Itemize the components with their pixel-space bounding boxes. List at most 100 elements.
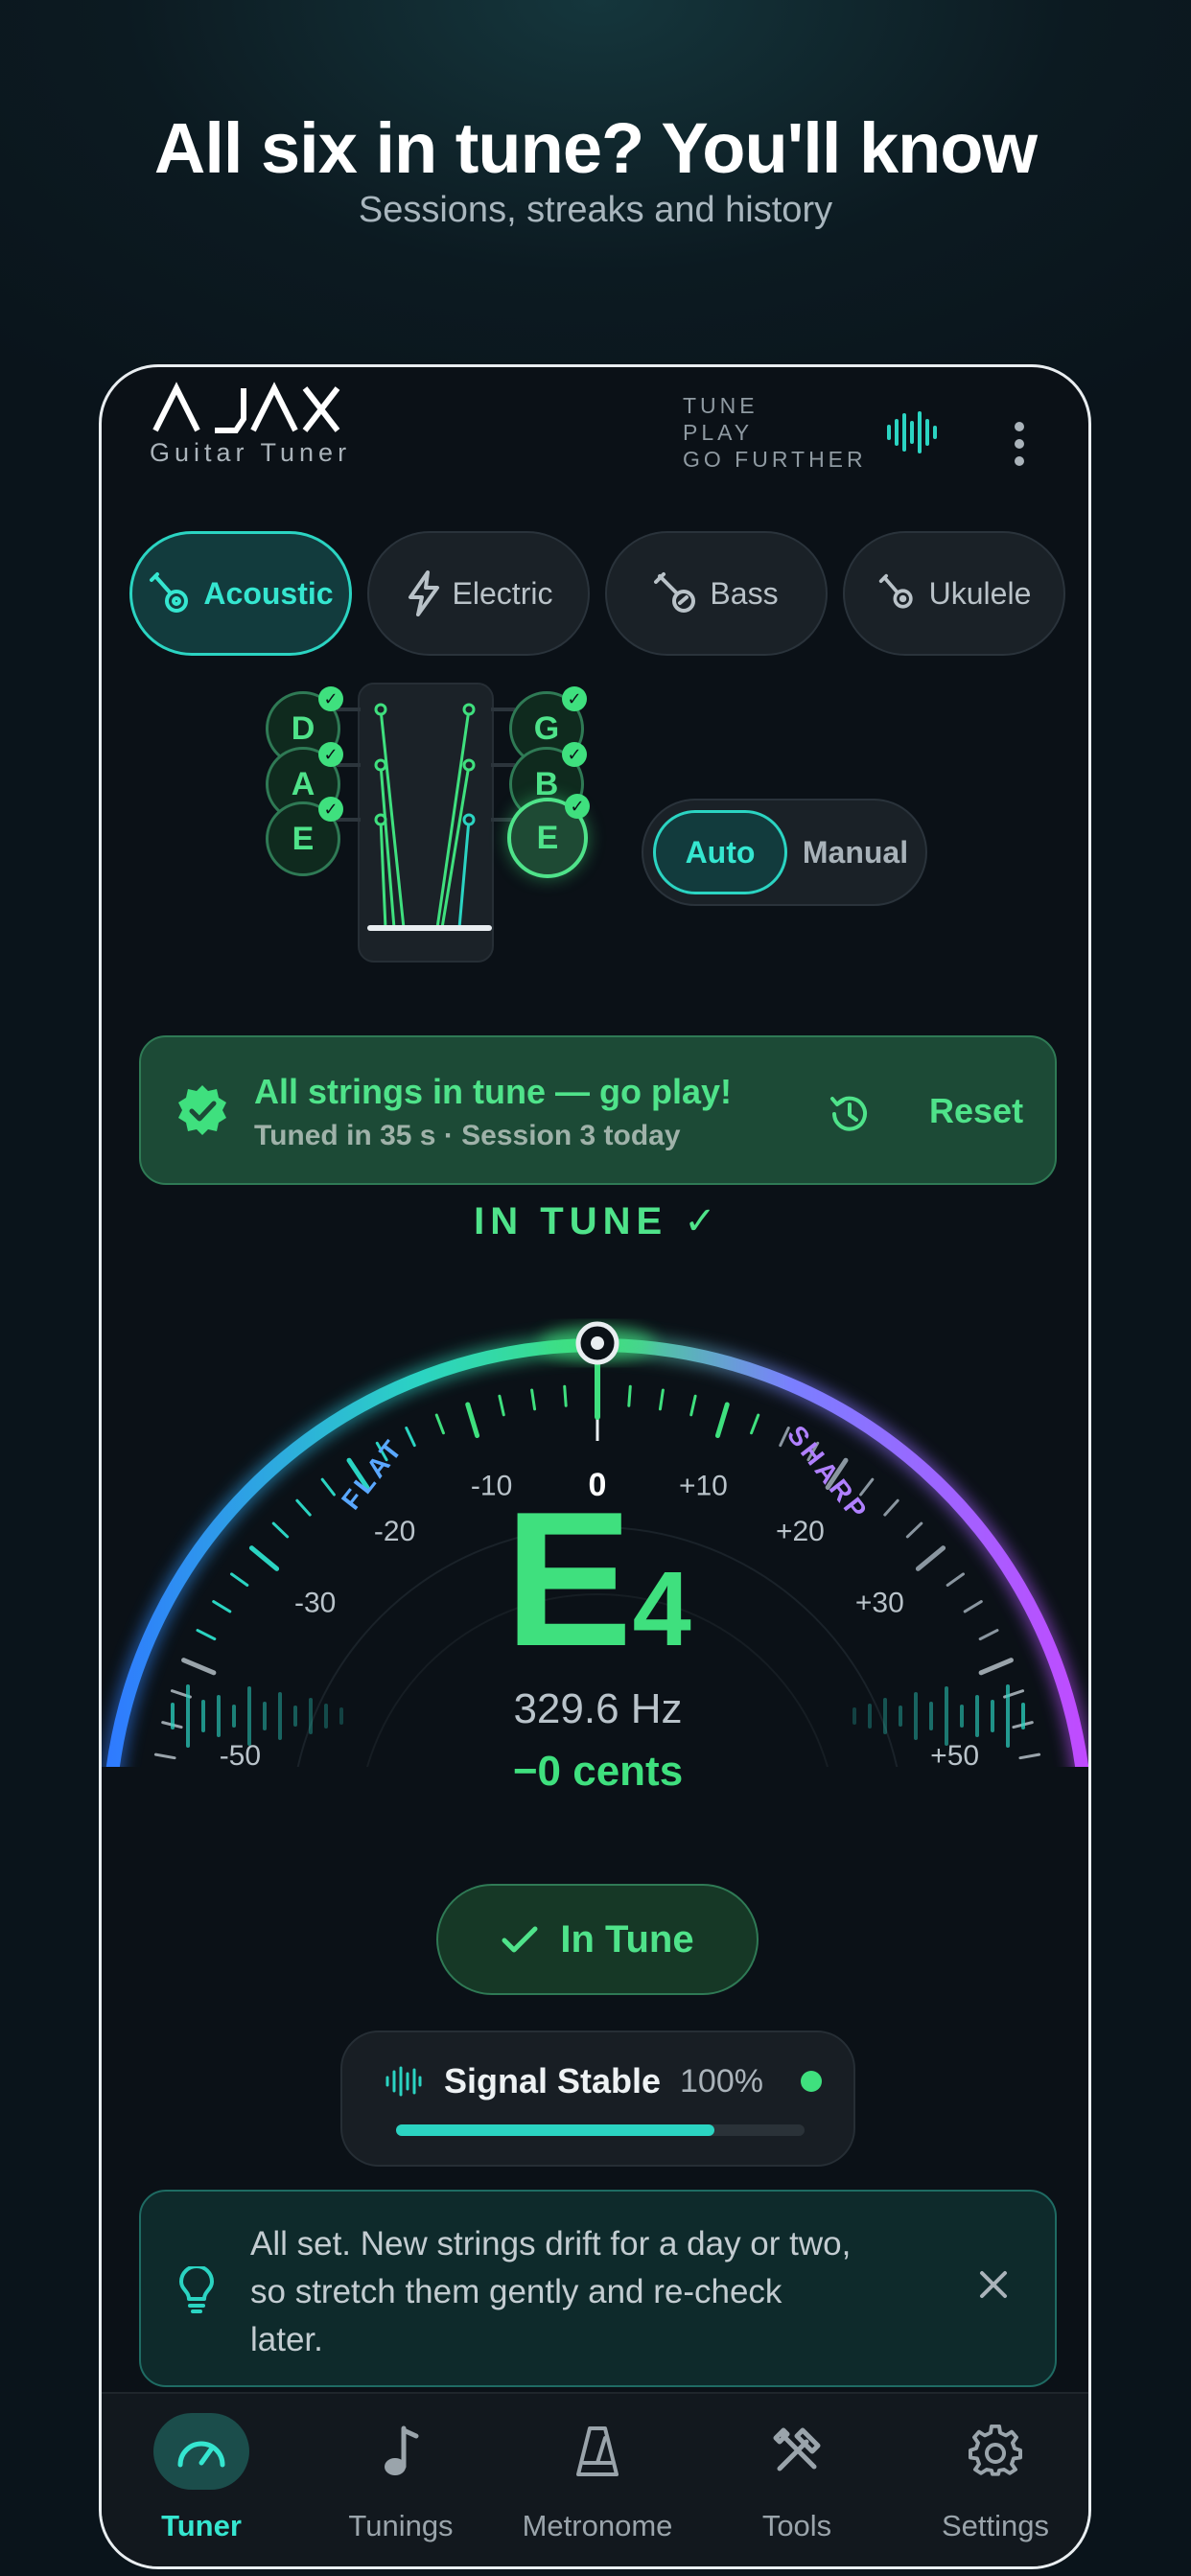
acoustic-guitar-icon bbox=[150, 572, 189, 613]
tagline-line: GO FURTHER bbox=[683, 447, 867, 472]
nav-icon-wrap bbox=[909, 2413, 1082, 2490]
more-vertical-icon bbox=[1015, 422, 1024, 466]
signal-percent: 100% bbox=[680, 2063, 763, 2100]
check-icon: ✓ bbox=[318, 797, 343, 822]
lightning-icon bbox=[408, 570, 439, 616]
signal-status-dot bbox=[801, 2071, 822, 2092]
reset-button[interactable]: Reset bbox=[929, 1091, 1023, 1131]
more-options-button[interactable] bbox=[1010, 421, 1029, 474]
check-icon: ✓ bbox=[562, 686, 587, 711]
string-peg-E-high-selected[interactable]: E ✓ bbox=[507, 794, 590, 878]
gauge-tick bbox=[750, 1413, 760, 1435]
string-label: E bbox=[292, 820, 315, 857]
gauge-tick bbox=[434, 1413, 445, 1435]
check-icon: ✓ bbox=[562, 742, 587, 767]
nav-label: Tunings bbox=[348, 2509, 454, 2542]
nav-label: Tuner bbox=[161, 2509, 242, 2542]
gauge-tick bbox=[689, 1394, 697, 1417]
tagline-line: TUNE bbox=[683, 393, 759, 418]
nav-icon-wrap bbox=[711, 2413, 883, 2490]
history-icon[interactable] bbox=[827, 1091, 873, 1137]
string-label: E bbox=[536, 819, 559, 856]
nav-item-tunings[interactable]: Tunings bbox=[315, 2413, 487, 2543]
gauge-tick bbox=[563, 1384, 568, 1407]
check-icon: ✓ bbox=[565, 794, 590, 819]
metronome-icon bbox=[576, 2426, 619, 2476]
string-label: A bbox=[291, 765, 315, 802]
chip-label: Electric bbox=[452, 575, 553, 611]
nav-item-tuner[interactable]: Tuner bbox=[115, 2413, 288, 2543]
in-tune-button[interactable]: In Tune bbox=[436, 1884, 759, 1995]
verified-badge-icon bbox=[178, 1085, 226, 1135]
signal-meter-fill bbox=[396, 2124, 715, 2136]
tuning-needle bbox=[540, 1321, 655, 1420]
lightbulb-icon bbox=[179, 2266, 214, 2313]
gauge-tick bbox=[714, 1402, 730, 1439]
chip-ukulele[interactable]: Ukulele bbox=[843, 531, 1065, 656]
music-note-icon bbox=[385, 2425, 419, 2475]
nav-label: Metronome bbox=[522, 2509, 673, 2542]
close-icon[interactable] bbox=[977, 2268, 1010, 2301]
check-icon: ✓ bbox=[318, 686, 343, 711]
gauge-tick bbox=[627, 1384, 632, 1407]
gauge-tick bbox=[530, 1388, 537, 1411]
tip-text: All set. New strings drift for a day or … bbox=[250, 2225, 852, 2358]
audio-wave-icon bbox=[385, 2066, 422, 2097]
ukulele-icon bbox=[878, 573, 913, 609]
gauge-tick bbox=[405, 1427, 416, 1448]
chip-electric[interactable]: Electric bbox=[367, 531, 590, 656]
mode-auto-button[interactable]: Auto bbox=[653, 810, 787, 894]
nav-label: Tools bbox=[761, 2509, 832, 2542]
nav-icon-wrap bbox=[511, 2413, 684, 2490]
tagline-line: PLAY bbox=[683, 420, 754, 445]
gauge-tick bbox=[465, 1402, 480, 1439]
check-icon: ✓ bbox=[318, 742, 343, 767]
gauge-tick bbox=[498, 1394, 505, 1417]
cents-readout: −0 cents bbox=[512, 1748, 684, 1795]
logo-subtitle: Guitar Tuner bbox=[150, 438, 352, 467]
tagline: TUNE PLAY GO FURTHER bbox=[683, 392, 867, 473]
tuned-banner: All strings in tune — go play! Tuned in … bbox=[139, 1035, 1057, 1185]
mode-manual-button[interactable]: Manual bbox=[791, 810, 920, 894]
phone-frame: Guitar Tuner TUNE PLAY GO FURTHER Acoust… bbox=[99, 364, 1091, 2569]
detected-note: E4 bbox=[102, 1484, 1088, 1676]
bottom-navigation: Tuner Tunings Metronome Tools Settings bbox=[102, 2392, 1088, 2566]
note-letter: E bbox=[504, 1473, 633, 1686]
nav-icon-wrap bbox=[315, 2413, 487, 2490]
mode-toggle: Auto Manual bbox=[642, 799, 927, 906]
chip-label: Acoustic bbox=[203, 575, 334, 611]
note-octave: 4 bbox=[632, 1550, 691, 1668]
nav-item-metronome[interactable]: Metronome bbox=[511, 2413, 684, 2543]
string-label: G bbox=[533, 709, 560, 747]
nav-active-indicator bbox=[153, 2413, 249, 2490]
chip-label: Ukulele bbox=[928, 575, 1032, 611]
frequency-readout: 329.6 Hz bbox=[513, 1685, 683, 1732]
promo-subhead: Sessions, streaks and history bbox=[358, 190, 833, 230]
tools-icon bbox=[773, 2427, 821, 2472]
promo-headline: All six in tune? You'll know bbox=[153, 108, 1038, 188]
in-tune-label: In Tune bbox=[560, 1917, 694, 1961]
app-logo: Guitar Tuner bbox=[150, 381, 351, 468]
chip-label: Bass bbox=[710, 575, 779, 611]
audio-wave-icon bbox=[887, 411, 937, 453]
nav-label: Settings bbox=[941, 2509, 1049, 2542]
ajax-logo-mark bbox=[152, 382, 340, 433]
banner-title: All strings in tune — go play! bbox=[254, 1072, 733, 1111]
gauge-tick bbox=[658, 1388, 665, 1411]
tuner-gauge-icon bbox=[177, 2441, 225, 2468]
signal-panel: Signal Stable 100% bbox=[340, 2031, 855, 2167]
bass-guitar-icon bbox=[654, 572, 696, 613]
banner-subtitle: Tuned in 35 s · Session 3 today bbox=[254, 1120, 681, 1151]
nav-item-tools[interactable]: Tools bbox=[711, 2413, 883, 2543]
tip-card: All set. New strings drift for a day or … bbox=[139, 2190, 1057, 2387]
gear-icon bbox=[969, 2425, 1022, 2476]
string-label: D bbox=[291, 709, 315, 747]
string-peg-E-low[interactable]: E ✓ bbox=[266, 797, 343, 876]
chip-acoustic[interactable]: Acoustic bbox=[129, 531, 352, 656]
signal-label: Signal Stable bbox=[444, 2061, 662, 2100]
check-icon bbox=[502, 1926, 538, 1953]
signal-meter bbox=[396, 2124, 805, 2136]
audio-wave-button[interactable] bbox=[885, 411, 939, 458]
chip-bass[interactable]: Bass bbox=[605, 531, 828, 656]
nav-item-settings[interactable]: Settings bbox=[909, 2413, 1082, 2543]
